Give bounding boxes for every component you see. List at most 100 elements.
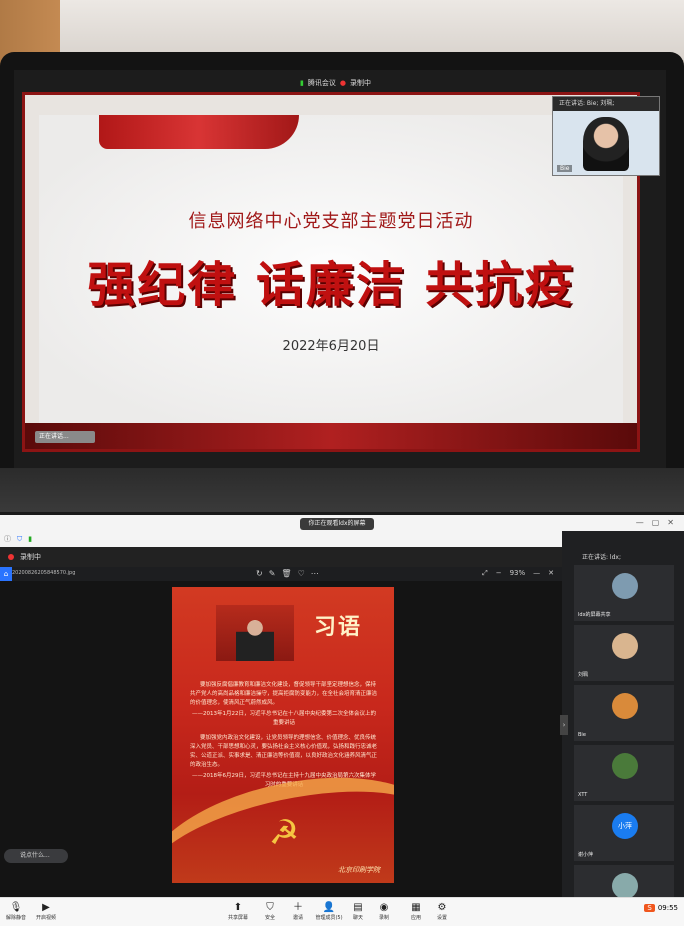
settings-label: 设置 xyxy=(436,915,447,921)
participant-tile[interactable]: ldx的屏幕共享 xyxy=(574,565,674,621)
keyboard-edge xyxy=(0,468,684,512)
meeting-app-label: 腾讯会议 xyxy=(307,79,336,87)
minimize-icon[interactable]: — xyxy=(636,518,644,527)
red-ribbon xyxy=(99,115,299,149)
poster-heading: 习语 xyxy=(314,614,363,640)
record-icon: ◉ xyxy=(379,902,389,913)
video-button[interactable]: ▶ 开启视频 xyxy=(32,901,60,921)
settings-button[interactable]: ⚙ 设置 xyxy=(428,901,456,921)
avatar xyxy=(612,693,638,719)
window-minimize-icon[interactable]: — xyxy=(533,569,540,578)
heart-icon[interactable]: ♡ xyxy=(298,569,305,578)
share-button[interactable]: ⬆ 共享屏幕 xyxy=(224,901,252,921)
participant-tile[interactable]: XTT xyxy=(574,745,674,801)
window-close-icon[interactable]: ✕ xyxy=(548,569,554,578)
video-label: 开启视频 xyxy=(35,915,56,921)
avatar xyxy=(612,753,638,779)
share-banner[interactable]: 你正在观看ldx的屏幕 xyxy=(300,518,374,530)
participant-name: 谢小萍 xyxy=(578,852,594,858)
manage-members-button[interactable]: 👤 管理成员(5) xyxy=(312,901,346,921)
signal-icon[interactable]: ▮ xyxy=(28,535,32,543)
laptop-photo: ▮ 腾讯会议 ● 录制中 信息网络中心党支部主题党日活动 强纪律 话廉洁 共抗疫… xyxy=(0,0,684,512)
talking-indicator: 正在讲话: Bie; 刘珮; xyxy=(553,97,659,111)
share-label: 共享屏幕 xyxy=(227,915,248,921)
viewer-right-tools: ⤢ − 93% — ✕ xyxy=(482,569,554,578)
system-tray: S 09:55 xyxy=(644,904,678,912)
party-emblem-icon: ☭ xyxy=(268,813,300,853)
more-icon[interactable]: ⋯ xyxy=(311,569,319,578)
recording-label: 录制中 xyxy=(349,79,371,87)
microphone-icon: 🎙 xyxy=(9,902,23,913)
chat-button[interactable]: ▤ 聊天 xyxy=(344,901,372,921)
slide-subtitle: 信息网络中心党支部主题党日活动 xyxy=(188,211,474,232)
share-screen-icon: ⬆ xyxy=(233,902,243,913)
meeting-status-bar: ▮ 腾讯会议 ● 录制中 xyxy=(300,76,400,90)
speaker-tooltip: 正在讲话... xyxy=(35,431,95,443)
avatar: 小萍 xyxy=(612,813,638,839)
participant-name: 刘珮 xyxy=(578,672,589,678)
shield-icon: ⛉ xyxy=(266,902,274,913)
security-button[interactable]: ⛉ 安全 xyxy=(256,901,284,921)
members-icon: 👤 xyxy=(322,902,336,913)
delete-icon[interactable]: 🗑 xyxy=(281,569,291,578)
security-label: 安全 xyxy=(264,915,275,921)
participant-name: XTT xyxy=(578,792,588,798)
talking-indicator: 正在讲话: ldx; xyxy=(582,554,621,561)
ime-icon[interactable]: S xyxy=(644,904,655,912)
slide-body: 信息网络中心党支部主题党日活动 强纪律 话廉洁 共抗疫 2022年6月20日 xyxy=(39,115,623,423)
signal-icon: ▮ xyxy=(300,79,304,87)
viewer-toolbar: 20200826205848570.jpg ↻ ✎ 🗑 ♡ ⋯ ⤢ − 93% … xyxy=(0,567,562,581)
avatar xyxy=(612,873,638,899)
info-bar: ⓘ ⛉ ▮ xyxy=(0,531,562,547)
panel-collapse-handle[interactable]: › xyxy=(560,715,568,735)
invite-button[interactable]: ＋ 邀请 xyxy=(284,901,312,921)
mute-button[interactable]: 🎙 解除静音 xyxy=(2,901,30,921)
participant-panel: 正在讲话: ldx; ldx的屏幕共享 刘珮 Bie XTT 小萍 谢小萍 xyxy=(562,531,684,899)
slide-title: 强纪律 话廉洁 共抗疫 xyxy=(87,257,575,313)
poster-signature: 北京印刷学院 xyxy=(338,866,380,874)
chat-placeholder: 说点什么... xyxy=(20,852,50,859)
poster-paragraph: 要加强反腐倡廉教育和廉洁文化建设，督促领导干部坚定理想信念，保持共产党人的高尚品… xyxy=(190,682,378,706)
viewer-tools: ↻ ✎ 🗑 ♡ ⋯ xyxy=(256,569,319,578)
video-tile[interactable]: 正在讲话: Bie; 刘珮; Bie xyxy=(552,96,660,176)
slide-footer-band xyxy=(25,423,637,449)
apps-button[interactable]: ▦ 应用 xyxy=(402,901,430,921)
edit-icon[interactable]: ✎ xyxy=(269,569,276,578)
invite-label: 邀请 xyxy=(292,915,303,921)
zoom-level: 93% xyxy=(509,569,526,577)
participant-name: Bie xyxy=(578,732,586,738)
apps-label: 应用 xyxy=(410,915,421,921)
chat-input[interactable]: 说点什么... xyxy=(4,849,68,863)
meeting-toolbar: 🎙 解除静音 ▶ 开启视频 ⬆ 共享屏幕 ⛉ 安全 ＋ 邀请 👤 管理成员(5) ▤ 聊天 ◉… xyxy=(0,897,684,926)
share-banner-text: 你正在观看ldx的屏幕 xyxy=(308,520,366,527)
zoom-out-icon[interactable]: − xyxy=(496,569,502,578)
participant-tile[interactable]: 小萍 谢小萍 xyxy=(574,805,674,861)
poster-paragraph: 要加强党内政治文化建设，让党员领导的理想信念、价值理念、优良传统深入党员、干部思… xyxy=(190,735,378,768)
info-icon[interactable]: ⓘ xyxy=(4,534,11,544)
recording-bar: 录制中 xyxy=(0,547,562,567)
close-icon[interactable]: ✕ xyxy=(667,518,674,527)
fullscreen-icon[interactable]: ⤢ xyxy=(482,569,488,578)
shield-icon[interactable]: ⛉ xyxy=(17,535,22,544)
file-tab[interactable]: 20200826205848570.jpg xyxy=(12,570,75,576)
participant-video xyxy=(583,117,629,171)
maximize-icon[interactable]: ▢ xyxy=(652,518,660,527)
participant-name: Bie xyxy=(557,165,573,172)
presentation-slide: 信息网络中心党支部主题党日活动 强纪律 话廉洁 共抗疫 2022年6月20日 正… xyxy=(22,92,640,452)
rotate-icon[interactable]: ↻ xyxy=(256,569,263,578)
participant-tile[interactable]: Bie xyxy=(574,685,674,741)
recording-label: 录制中 xyxy=(20,553,41,561)
chat-label: 聊天 xyxy=(352,915,363,921)
avatar xyxy=(612,573,638,599)
record-button[interactable]: ◉ 录制 xyxy=(370,901,398,921)
chat-icon: ▤ xyxy=(353,902,363,913)
speaker-figure xyxy=(236,615,274,661)
camera-icon: ▶ xyxy=(42,902,50,913)
home-icon[interactable]: ⌂ xyxy=(0,567,12,581)
participant-tile[interactable]: 刘珮 xyxy=(574,625,674,681)
apps-icon: ▦ xyxy=(411,902,421,913)
window-controls: — ▢ ✕ xyxy=(636,518,674,527)
poster-reference: ——2013年1月22日，习近平总书记在十八届中央纪委第二次全体会议上的重要讲话 xyxy=(192,711,376,726)
participant-tile[interactable] xyxy=(574,865,674,899)
invite-icon: ＋ xyxy=(293,902,303,913)
